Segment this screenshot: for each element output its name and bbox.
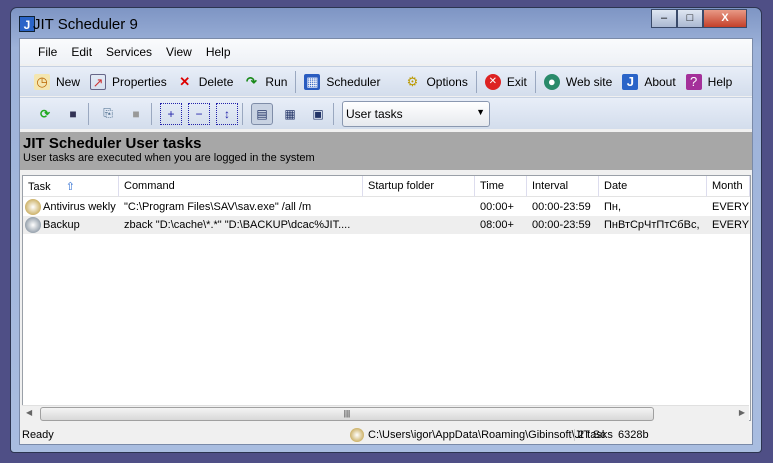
scroll-left-icon[interactable]: ◀ xyxy=(26,408,32,417)
toggle-icon[interactable]: ↕ xyxy=(216,102,238,125)
options-icon: ⚙ xyxy=(406,73,419,89)
window-title: JIT Scheduler 9 xyxy=(33,16,138,33)
expand-icon[interactable]: + xyxy=(160,102,182,125)
status-text: Ready xyxy=(22,429,54,441)
detail-view-icon[interactable]: ▣ xyxy=(307,103,329,125)
task-icon xyxy=(25,199,41,215)
separator xyxy=(475,70,477,93)
status-task-count: 2 tasks xyxy=(574,429,613,441)
scroll-right-icon[interactable]: ▶ xyxy=(739,408,745,417)
status-size: 6328b xyxy=(618,429,649,441)
table-row[interactable]: Backup zback "D:\cache\*.*" "D:\BACKUP\d… xyxy=(23,216,750,234)
column-header-time[interactable]: Time xyxy=(475,176,527,197)
about-button[interactable]: J About xyxy=(622,73,676,90)
client-area: File Edit Services View Help ◷ New ↗ Prope… xyxy=(19,38,753,445)
maximize-button[interactable]: □ xyxy=(677,9,703,28)
status-bar: Ready C:\Users\igor\AppData\Roaming\Gibi… xyxy=(20,425,752,445)
separator xyxy=(333,102,334,125)
globe-search-icon: ● xyxy=(543,73,560,90)
run-button[interactable]: ↷ Run xyxy=(243,74,287,90)
separator xyxy=(242,102,243,125)
separator xyxy=(295,70,297,93)
table-row[interactable]: Antivirus wekly "C:\Program Files\SAV\sa… xyxy=(23,198,750,216)
task-icon xyxy=(350,428,364,442)
app-window: J JIT Scheduler 9 – □ X File Edit Servic… xyxy=(10,7,762,453)
properties-icon: ↗ xyxy=(90,73,107,90)
sort-ascending-icon: ⇧ xyxy=(65,181,75,193)
horizontal-scrollbar[interactable]: ◀ ||| ▶ xyxy=(22,405,749,421)
grid-view-icon[interactable]: ▦ xyxy=(279,103,301,125)
panel-title: JIT Scheduler User tasks xyxy=(23,135,202,152)
close-button[interactable]: X xyxy=(703,9,747,28)
task-icon xyxy=(25,217,41,233)
column-header-month[interactable]: Month xyxy=(707,176,750,197)
minimize-button[interactable]: – xyxy=(651,9,677,28)
panel-header: JIT Scheduler User tasks User tasks are … xyxy=(20,132,752,170)
properties-button[interactable]: ↗ Properties xyxy=(90,73,167,90)
chevron-down-icon: ▼ xyxy=(476,106,485,117)
task-list: Task ⇧ Command Startup folder Time Inter… xyxy=(22,175,751,421)
view-select[interactable]: User tasks ▼ xyxy=(342,100,490,127)
options-button[interactable]: ⚙ Options xyxy=(404,73,468,90)
scheduler-icon: ▦ xyxy=(304,73,321,90)
separator xyxy=(534,70,536,93)
paste-icon[interactable]: ■ xyxy=(125,103,147,125)
exit-icon: ✕ xyxy=(484,73,501,90)
exit-button[interactable]: ✕ Exit xyxy=(484,73,527,90)
new-button[interactable]: ◷ New xyxy=(34,73,80,90)
help-book-icon: ? xyxy=(685,73,702,90)
main-toolbar: ◷ New ↗ Properties ✕ Delete ↷ Run ▦ Scheduler… xyxy=(20,66,752,96)
column-header-date[interactable]: Date xyxy=(599,176,707,197)
new-task-icon: ◷ xyxy=(34,73,50,90)
separator xyxy=(151,102,152,125)
column-header-interval[interactable]: Interval xyxy=(527,176,599,197)
scheduler-button[interactable]: ▦ Scheduler xyxy=(304,73,380,90)
save-icon[interactable]: ■ xyxy=(62,103,84,125)
collapse-icon[interactable]: − xyxy=(188,102,210,125)
scrollbar-thumb[interactable]: ||| xyxy=(40,407,654,421)
menu-bar: File Edit Services View Help xyxy=(20,39,752,64)
separator xyxy=(88,102,89,125)
column-header-command[interactable]: Command xyxy=(119,176,363,197)
website-button[interactable]: ● Web site xyxy=(543,73,612,90)
column-header-task[interactable]: Task ⇧ xyxy=(23,176,119,197)
refresh-icon[interactable]: ⟳ xyxy=(34,103,56,125)
delete-icon: ✕ xyxy=(179,73,191,89)
menu-file[interactable]: File xyxy=(38,45,57,59)
status-path: C:\Users\igor\AppData\Roaming\Gibinsoft\… xyxy=(368,429,606,441)
menu-help[interactable]: Help xyxy=(206,45,231,59)
secondary-toolbar: ⟳ ■ ⎘ ■ + − ↕ ▤ ▦ ▣ User tasks ▼ xyxy=(20,97,752,129)
delete-button[interactable]: ✕ Delete xyxy=(177,73,233,90)
menu-edit[interactable]: Edit xyxy=(71,45,92,59)
column-header-startup-folder[interactable]: Startup folder xyxy=(363,176,475,197)
run-icon: ↷ xyxy=(245,73,257,89)
help-button[interactable]: ? Help xyxy=(685,73,732,90)
list-view-icon[interactable]: ▤ xyxy=(251,102,273,125)
about-icon: J xyxy=(622,73,639,90)
menu-services[interactable]: Services xyxy=(106,45,152,59)
panel-subtitle: User tasks are executed when you are log… xyxy=(23,152,315,164)
copy-icon[interactable]: ⎘ xyxy=(97,103,119,125)
menu-view[interactable]: View xyxy=(166,45,192,59)
